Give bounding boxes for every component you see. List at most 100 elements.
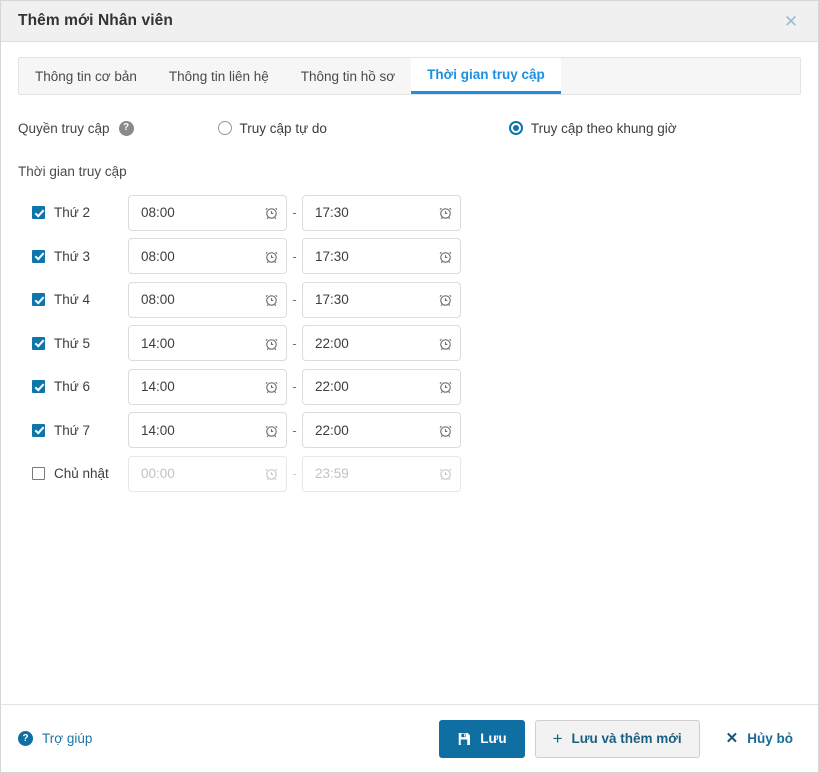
day-label: Thứ 3 — [54, 248, 91, 264]
checkbox-icon — [32, 249, 45, 263]
alarm-clock-icon[interactable] — [430, 457, 460, 491]
start-time-value: 14:00 — [141, 379, 175, 395]
tab-thong-tin-lien-he[interactable]: Thông tin liên hệ — [153, 58, 285, 94]
end-time-value: 17:30 — [315, 248, 349, 264]
tab-thoi-gian-truy-cap[interactable]: Thời gian truy cập — [411, 58, 561, 94]
start-time-value: 14:00 — [141, 335, 175, 351]
time-range-separator: - — [292, 466, 297, 482]
start-time-field[interactable]: 08:00 — [128, 281, 287, 318]
close-icon[interactable]: ✕ — [778, 8, 804, 34]
end-time-value: 17:30 — [315, 205, 349, 221]
end-time-field[interactable]: 17:30 — [302, 238, 461, 275]
day-checkbox-thu-6[interactable]: Thứ 6 — [18, 379, 128, 394]
help-circle-icon: ? — [18, 731, 33, 746]
day-label: Thứ 2 — [54, 205, 91, 221]
cancel-button-label: Hủy bỏ — [747, 731, 793, 746]
cancel-button[interactable]: ✕ Hủy bỏ — [718, 720, 801, 758]
start-time-field[interactable]: 14:00 — [128, 412, 287, 449]
schedule-row: Thứ 2 08:00 - 17:30 — [18, 191, 801, 235]
dialog-title: Thêm mới Nhân viên — [18, 12, 173, 29]
schedule-list: Thứ 2 08:00 - 17:30 Thứ 3 08:00 - 17:30 … — [18, 191, 801, 496]
time-range-separator: - — [292, 422, 297, 438]
radio-label-scheduled-access: Truy cập theo khung giờ — [530, 120, 677, 136]
radio-truy-cap-tu-do[interactable]: Truy cập tự do — [217, 121, 327, 136]
alarm-clock-icon[interactable] — [256, 326, 286, 360]
time-range-separator: - — [292, 205, 297, 221]
start-time-field[interactable]: 08:00 — [128, 194, 287, 231]
start-time-field[interactable]: 00:00 — [128, 455, 287, 492]
end-time-value: 22:00 — [315, 379, 349, 395]
start-time-value: 08:00 — [141, 292, 175, 308]
day-label: Thứ 4 — [54, 292, 91, 308]
tab-thong-tin-co-ban[interactable]: Thông tin cơ bản — [19, 58, 153, 94]
checkbox-icon — [32, 380, 45, 394]
access-permission-label: Quyền truy cập — [18, 120, 110, 136]
end-time-value: 23:59 — [315, 466, 349, 482]
start-time-field[interactable]: 14:00 — [128, 325, 287, 362]
end-time-field[interactable]: 17:30 — [302, 194, 461, 231]
alarm-clock-icon[interactable] — [256, 370, 286, 404]
add-employee-dialog: Thêm mới Nhân viên ✕ Thông tin cơ bản Th… — [0, 0, 819, 773]
checkbox-icon — [32, 467, 45, 481]
dialog-footer: ? Trợ giúp Lưu + Lưu và thêm mới ✕ Hủy b… — [1, 704, 818, 772]
time-range-separator: - — [292, 335, 297, 351]
time-range-separator: - — [292, 248, 297, 264]
checkbox-icon — [32, 336, 45, 350]
schedule-row: Thứ 4 08:00 - 17:30 — [18, 278, 801, 322]
radio-truy-cap-theo-khung-gio[interactable]: Truy cập theo khung giờ — [508, 120, 677, 136]
help-link-label: Trợ giúp — [42, 731, 93, 746]
save-and-new-button-label: Lưu và thêm mới — [571, 731, 682, 746]
alarm-clock-icon[interactable] — [256, 413, 286, 447]
day-label: Thứ 6 — [54, 379, 91, 395]
dialog-body: Quyền truy cập ? Truy cập tự do Truy cập… — [1, 95, 818, 704]
schedule-row: Thứ 7 14:00 - 22:00 — [18, 409, 801, 453]
end-time-field[interactable]: 23:59 — [302, 455, 461, 492]
end-time-value: 22:00 — [315, 422, 349, 438]
end-time-field[interactable]: 22:00 — [302, 325, 461, 362]
save-button[interactable]: Lưu — [439, 719, 525, 758]
schedule-section-label: Thời gian truy cập — [18, 164, 127, 179]
alarm-clock-icon[interactable] — [256, 239, 286, 273]
radio-mark-icon — [217, 121, 232, 135]
start-time-field[interactable]: 14:00 — [128, 368, 287, 405]
end-time-field[interactable]: 22:00 — [302, 412, 461, 449]
plus-icon: + — [552, 729, 563, 748]
save-and-new-button[interactable]: + Lưu và thêm mới — [534, 719, 700, 758]
time-range-separator: - — [292, 379, 297, 395]
day-checkbox-thu-7[interactable]: Thứ 7 — [18, 423, 128, 438]
end-time-field[interactable]: 22:00 — [302, 368, 461, 405]
end-time-value: 17:30 — [315, 292, 349, 308]
dialog-header: Thêm mới Nhân viên ✕ — [1, 1, 818, 42]
help-link[interactable]: ? Trợ giúp — [18, 731, 92, 746]
start-time-value: 08:00 — [141, 205, 175, 221]
day-label: Chủ nhật — [54, 466, 109, 482]
radio-mark-selected-icon — [508, 121, 523, 135]
schedule-row: Thứ 5 14:00 - 22:00 — [18, 322, 801, 366]
close-x-icon: ✕ — [725, 730, 739, 747]
day-checkbox-chu-nhat[interactable]: Chủ nhật — [18, 466, 128, 481]
alarm-clock-icon[interactable] — [256, 457, 286, 491]
day-checkbox-thu-5[interactable]: Thứ 5 — [18, 336, 128, 351]
start-time-value: 00:00 — [141, 466, 175, 482]
start-time-field[interactable]: 08:00 — [128, 238, 287, 275]
alarm-clock-icon[interactable] — [430, 196, 460, 230]
alarm-clock-icon[interactable] — [430, 239, 460, 273]
help-circle-icon[interactable]: ? — [118, 120, 134, 136]
alarm-clock-icon[interactable] — [430, 283, 460, 317]
alarm-clock-icon[interactable] — [256, 196, 286, 230]
tab-thong-tin-ho-so[interactable]: Thông tin hồ sơ — [285, 58, 411, 94]
tabstrip-wrapper: Thông tin cơ bản Thông tin liên hệ Thông… — [1, 42, 818, 95]
alarm-clock-icon[interactable] — [256, 283, 286, 317]
alarm-clock-icon[interactable] — [430, 413, 460, 447]
alarm-clock-icon[interactable] — [430, 326, 460, 360]
start-time-value: 14:00 — [141, 422, 175, 438]
checkbox-icon — [32, 293, 45, 307]
day-checkbox-thu-4[interactable]: Thứ 4 — [18, 292, 128, 307]
tabstrip: Thông tin cơ bản Thông tin liên hệ Thông… — [18, 57, 801, 95]
end-time-value: 22:00 — [315, 335, 349, 351]
time-range-separator: - — [292, 292, 297, 308]
day-checkbox-thu-2[interactable]: Thứ 2 — [18, 205, 128, 220]
end-time-field[interactable]: 17:30 — [302, 281, 461, 318]
alarm-clock-icon[interactable] — [430, 370, 460, 404]
day-checkbox-thu-3[interactable]: Thứ 3 — [18, 249, 128, 264]
